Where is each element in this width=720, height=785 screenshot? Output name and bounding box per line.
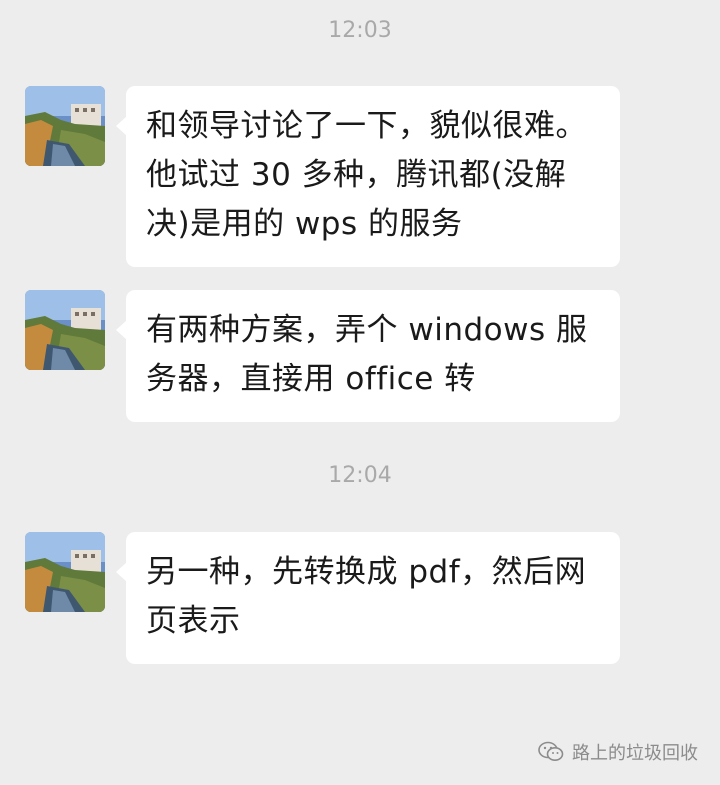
timestamp: 12:03 <box>328 18 392 43</box>
message-bubble[interactable]: 有两种方案，弄个 windows 服 务器，直接用 office 转 <box>116 290 620 422</box>
avatar[interactable] <box>25 86 105 166</box>
message-text: 和领导讨论了一下，貌似很难。 他试过 30 多种，腾讯都(没解 决)是用的 wp… <box>146 108 587 242</box>
timestamp: 12:04 <box>328 463 392 488</box>
message-bubble[interactable]: 和领导讨论了一下，貌似很难。 他试过 30 多种，腾讯都(没解 决)是用的 wp… <box>116 86 620 267</box>
message-text: 有两种方案，弄个 windows 服 务器，直接用 office 转 <box>146 312 588 397</box>
avatar-image <box>25 532 105 612</box>
watermark-text: 路上的垃圾回收 <box>572 743 698 764</box>
wechat-icon <box>538 741 564 761</box>
message-text: 另一种，先转换成 pdf，然后网 页表示 <box>146 554 587 639</box>
avatar-image <box>25 290 105 370</box>
avatar[interactable] <box>25 290 105 370</box>
avatar-image <box>25 86 105 166</box>
avatar[interactable] <box>25 532 105 612</box>
message-bubble[interactable]: 另一种，先转换成 pdf，然后网 页表示 <box>116 532 620 664</box>
watermark: 路上的垃圾回收 <box>538 739 698 765</box>
